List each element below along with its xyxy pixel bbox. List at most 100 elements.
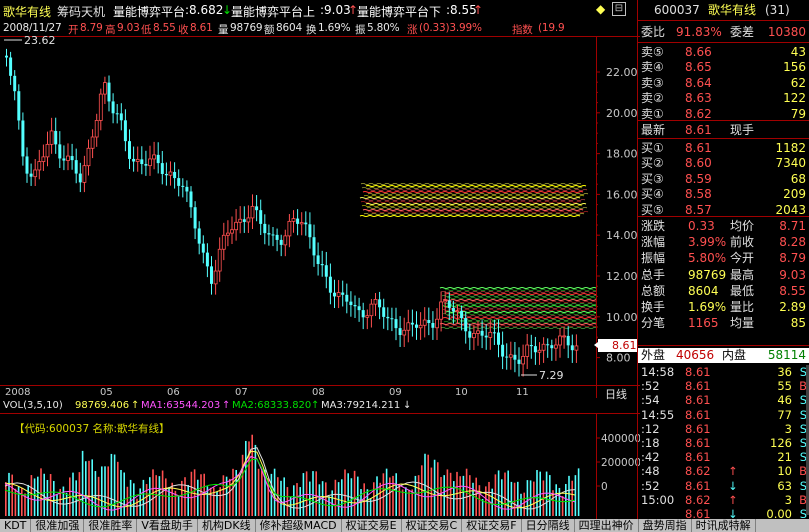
stat-label: 均量 [730, 316, 755, 331]
candle-body [115, 113, 119, 115]
candle-body [197, 228, 201, 244]
volume-bar [401, 489, 404, 516]
low-marker: 7.29 [539, 369, 564, 382]
date-tick: 08 [312, 387, 325, 398]
candle-body [484, 335, 488, 338]
expand-icon[interactable]: ◆ [596, 2, 605, 16]
chip-line [366, 207, 588, 209]
volume-bar [299, 487, 301, 516]
tab-8[interactable]: 权证交易F [462, 519, 522, 532]
candle-body [90, 136, 95, 149]
tab-0[interactable]: KDT [0, 519, 32, 532]
candle-body [128, 141, 131, 159]
volume-bar [181, 480, 183, 516]
volume-bar [91, 459, 93, 516]
tab-5[interactable]: 修补超级MACD [256, 519, 342, 532]
candle-body [525, 344, 530, 357]
tab-2[interactable]: 很准胜率 [84, 519, 138, 532]
volume-bar [232, 468, 234, 516]
candle-body [443, 300, 448, 303]
candle-body [492, 332, 496, 334]
price-tick: 10.00 [606, 311, 638, 324]
candle-body [464, 318, 468, 332]
volume-bar [177, 496, 180, 516]
volume-info-bar: VOL(3,5,10) 98769.406 ↑ MA1:63544.203 ↑ … [0, 399, 600, 413]
candle-body [447, 300, 451, 308]
tick-price: 8.61 [685, 365, 711, 379]
tick-price: 8.62 [685, 464, 711, 479]
tick-time: :48 [641, 464, 660, 479]
info-turn: 1.69% [318, 22, 351, 34]
period-label[interactable]: 日线 [605, 386, 627, 402]
candle-body [471, 333, 476, 339]
chip-menu[interactable]: 筹码天机 [57, 3, 105, 20]
date-tick: 10 [455, 387, 468, 398]
candle-body [333, 292, 336, 297]
date-tick: 2008 [5, 387, 31, 398]
volume-bar [325, 482, 327, 516]
tab-1[interactable]: 很准加强 [31, 519, 85, 532]
info-index: (19.9 [538, 22, 565, 34]
candle-body [210, 266, 213, 284]
tab-6[interactable]: 权证交易E [342, 519, 402, 532]
candle-body [480, 330, 484, 336]
last-price: 8.61 [685, 123, 712, 137]
tab-3[interactable]: V看盘助手 [137, 519, 198, 532]
tick-volume: 10 [777, 464, 792, 479]
candle-body [406, 322, 411, 331]
candle-body [49, 130, 54, 145]
order-ratio-label: 委比 [641, 25, 666, 39]
chip-line [363, 195, 585, 197]
volume-bar [222, 475, 225, 516]
info-high: 9.03 [117, 22, 140, 34]
candle-body [541, 343, 546, 351]
info-turn-label: 换 [306, 24, 317, 36]
volume-bar [101, 466, 103, 516]
candle-body [558, 335, 562, 346]
candle-body [144, 164, 148, 166]
tick-time: :52 [641, 379, 660, 394]
volume-bar [136, 498, 138, 516]
quote-header: 600037 歌华有线 (31) [638, 1, 809, 19]
tick-volume: 0.00 [766, 507, 792, 521]
volume-bar [462, 475, 465, 516]
volume-bar [561, 496, 564, 516]
window-button-icon[interactable]: ⊟ [612, 2, 626, 16]
stat-label: 分笔 [641, 316, 666, 331]
volume-bar [296, 483, 298, 516]
volume-tick: 200000 [601, 457, 640, 469]
stock-name-label[interactable]: 歌华有线 [3, 3, 51, 20]
quote-panel: 600037 歌华有线 (31) 委比 91.83% 委差 10380 卖⑤ 8.… [637, 0, 809, 521]
volume-bar [497, 470, 500, 516]
volume-bar [165, 478, 167, 516]
tab-9[interactable]: 日分隔线 [522, 519, 575, 532]
info-vol: 98769 [230, 22, 263, 34]
volume-bar [341, 479, 343, 516]
candle-body [488, 331, 493, 338]
order-ratio-row: 委比 91.83% 委差 10380 [638, 23, 809, 41]
tick-volume: 3 [784, 492, 792, 507]
candle-body [193, 207, 197, 229]
inner-volume: 58114 [767, 348, 806, 362]
tick-row: :18 8.61 126 S [638, 436, 809, 451]
volume-bar [197, 479, 199, 516]
quote-num: (31) [765, 3, 790, 17]
volume-bar [27, 484, 29, 516]
date-tick: 05 [100, 387, 113, 398]
info-amt-label: 额 [264, 24, 275, 36]
tick-row: 15:00 8.62 ↑ 3 B [638, 493, 809, 508]
candle-body [418, 324, 423, 329]
volume-bar [72, 472, 74, 516]
candle-body [451, 307, 455, 312]
tab-7[interactable]: 权证交易C [402, 519, 463, 532]
tab-4[interactable]: 机构DK线 [198, 519, 256, 532]
candlestick-chart[interactable]: 22.00 20.00 18.00 16.00 14.00 12.00 10.00 8.00 2… [0, 36, 640, 398]
volume-bar [123, 472, 125, 516]
tick-price: 8.61 [685, 436, 711, 450]
candle-body [574, 345, 579, 351]
candle-body [422, 319, 427, 326]
candle-body [70, 156, 74, 161]
volume-bar [43, 473, 45, 516]
tab-10[interactable]: 四理出神价 [575, 519, 639, 532]
volume-bar [398, 483, 401, 516]
